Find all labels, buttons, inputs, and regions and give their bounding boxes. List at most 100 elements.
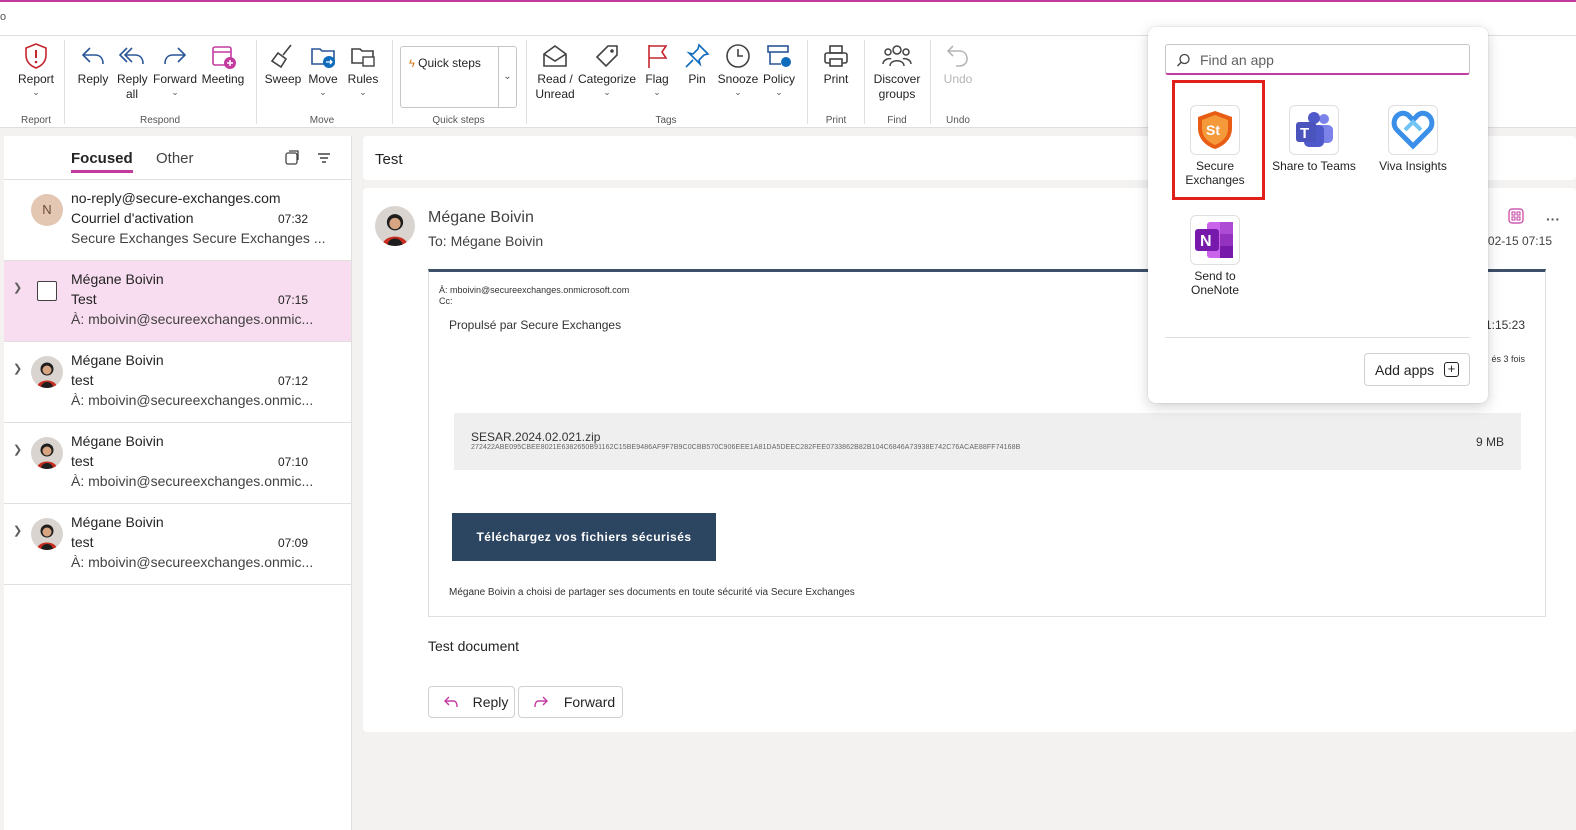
policy-button[interactable]: Policy ⌄ <box>760 42 798 97</box>
list-item[interactable]: ❯ Mégane Boivin test 07:10 À: mboivin@se… <box>4 423 351 504</box>
mail-rules-icon <box>351 48 375 67</box>
list-item[interactable]: ❯ Mégane Boivin Test 07:15 À: mboivin@se… <box>4 261 351 342</box>
attachment-box: SESAR.2024.02.021.zip 272422ABE095CBEE80… <box>454 413 1521 470</box>
sweep-label: Sweep <box>264 72 302 86</box>
envelope-open-icon <box>543 45 567 67</box>
ribbon-divider <box>64 40 65 124</box>
list-item-preview: À: mboivin@secureexchanges.onmic... <box>71 392 314 408</box>
quick-steps-dropdown[interactable]: ⌄ <box>498 47 516 107</box>
list-item-preview: Secure Exchanges Secure Exchanges ... <box>71 230 326 246</box>
powered-by-text: Propulsé par Secure Exchanges <box>449 318 622 332</box>
list-item-subject: test <box>71 372 94 388</box>
avatar: N <box>31 194 63 226</box>
apps-icon[interactable] <box>1508 208 1528 227</box>
forward-button[interactable]: Forward <box>518 686 623 718</box>
chevron-right-icon[interactable]: ❯ <box>13 524 22 537</box>
chevron-right-icon[interactable]: ❯ <box>13 281 22 294</box>
snooze-button[interactable]: Snooze ⌄ <box>716 42 760 97</box>
read-unread-label: Read / Unread <box>535 72 575 101</box>
chevron-down-icon: ⌄ <box>319 87 327 97</box>
reply-icon <box>444 696 458 708</box>
undo-icon <box>946 45 968 67</box>
group-label-tags: Tags <box>655 115 677 126</box>
flag-icon <box>648 45 668 68</box>
tab-focused[interactable]: Focused <box>71 150 133 173</box>
list-item-subject: test <box>71 534 94 550</box>
app-viva-insights[interactable]: Viva Insights <box>1370 105 1456 173</box>
reply-button[interactable]: Reply <box>428 686 515 718</box>
filter-icon[interactable] <box>316 150 332 169</box>
app-name-line1: Viva Insights <box>1379 159 1447 173</box>
discover-groups-button[interactable]: Discover groups <box>870 42 924 102</box>
move-button[interactable]: Move ⌄ <box>304 42 342 97</box>
reply-label: Reply <box>472 694 509 710</box>
chevron-down-icon: ⌄ <box>171 87 179 97</box>
print-button[interactable]: Print <box>816 42 856 87</box>
list-item-time: 07:10 <box>278 455 309 469</box>
group-label-find: Find <box>887 115 907 126</box>
embed-footer: Mégane Boivin a choisi de partager ses d… <box>449 587 855 598</box>
search-icon <box>1177 53 1190 67</box>
find-app-input[interactable] <box>1200 50 1460 70</box>
message-date: -02-15 07:15 <box>1483 234 1552 248</box>
svg-text:N: N <box>1200 233 1212 250</box>
flag-label: Flag <box>645 72 669 86</box>
meeting-button[interactable]: Meeting <box>199 42 247 87</box>
sweep-button[interactable]: Sweep <box>262 42 304 87</box>
teams-logo-icon: T <box>1289 105 1339 155</box>
chevron-down-icon: ⌄ <box>603 87 611 97</box>
attachment-hash: 272422ABE095CBEE8021E6382650B91162C15BE9… <box>471 444 1021 451</box>
reply-all-button[interactable]: Reply all <box>114 42 150 102</box>
select-mode-icon[interactable] <box>284 150 300 169</box>
group-label-move: Move <box>309 115 335 126</box>
snooze-label: Snooze <box>717 72 759 86</box>
list-item[interactable]: ❯ Mégane Boivin test 07:12 À: mboivin@se… <box>4 342 351 423</box>
move-label: Move <box>308 72 338 86</box>
printer-icon <box>824 45 848 67</box>
list-item[interactable]: ❯ Mégane Boivin test 07:09 À: mboivin@se… <box>4 504 351 585</box>
pin-label: Pin <box>688 72 706 86</box>
rules-button[interactable]: Rules ⌄ <box>344 42 382 97</box>
app-send-to-onenote[interactable]: N Send to OneNote <box>1172 215 1258 297</box>
app-share-to-teams[interactable]: T Share to Teams <box>1271 105 1357 173</box>
tab-other[interactable]: Other <box>156 150 194 167</box>
message-list: Focused Other N no-reply@secure-exchange… <box>4 136 352 830</box>
pin-icon <box>685 43 710 68</box>
list-item-time: 07:12 <box>278 374 309 388</box>
sender-name: Mégane Boivin <box>428 209 534 226</box>
flyout-divider <box>1165 337 1470 338</box>
highlight-box <box>1172 80 1265 200</box>
broom-icon <box>270 44 292 69</box>
clock-icon <box>726 44 750 68</box>
lightning-icon: ϟ <box>409 58 415 70</box>
report-button[interactable]: Report ⌄ <box>14 42 58 97</box>
ribbon-divider <box>864 40 865 124</box>
add-apps-label: Add apps <box>1375 361 1435 378</box>
list-item-preview: À: mboivin@secureexchanges.onmic... <box>71 554 314 570</box>
more-options-icon[interactable]: ··· <box>1546 211 1560 227</box>
viva-insights-logo-icon <box>1388 105 1438 155</box>
read-unread-button[interactable]: Read / Unread <box>532 42 578 102</box>
avatar <box>31 518 63 550</box>
reply-all-icon <box>118 47 144 65</box>
rules-label: Rules <box>347 72 379 86</box>
archive-policy-icon <box>767 45 791 67</box>
select-checkbox[interactable] <box>37 281 57 301</box>
chevron-right-icon[interactable]: ❯ <box>13 443 22 456</box>
flag-button[interactable]: Flag ⌄ <box>640 42 674 97</box>
reply-button[interactable]: Reply <box>72 42 114 87</box>
discover-groups-label: Discover groups <box>873 72 921 101</box>
find-app-box <box>1165 44 1470 75</box>
undo-button[interactable]: Undo <box>938 42 978 87</box>
quick-steps-gallery[interactable]: ϟ Quick steps ⌄ <box>400 46 517 108</box>
policy-label: Policy <box>762 72 795 86</box>
pin-button[interactable]: Pin <box>680 42 714 87</box>
add-apps-button[interactable]: Add apps + <box>1364 353 1470 386</box>
chevron-right-icon[interactable]: ❯ <box>13 362 22 375</box>
ribbon-divider <box>256 40 257 124</box>
list-item[interactable]: N no-reply@secure-exchanges.com Courriel… <box>4 180 351 261</box>
list-item-preview: À: mboivin@secureexchanges.onmic... <box>71 311 314 327</box>
categorize-button[interactable]: Categorize ⌄ <box>578 42 636 97</box>
download-secure-files-button[interactable]: Téléchargez vos fichiers sécurisés <box>452 513 716 561</box>
forward-button[interactable]: Forward ⌄ <box>152 42 198 97</box>
